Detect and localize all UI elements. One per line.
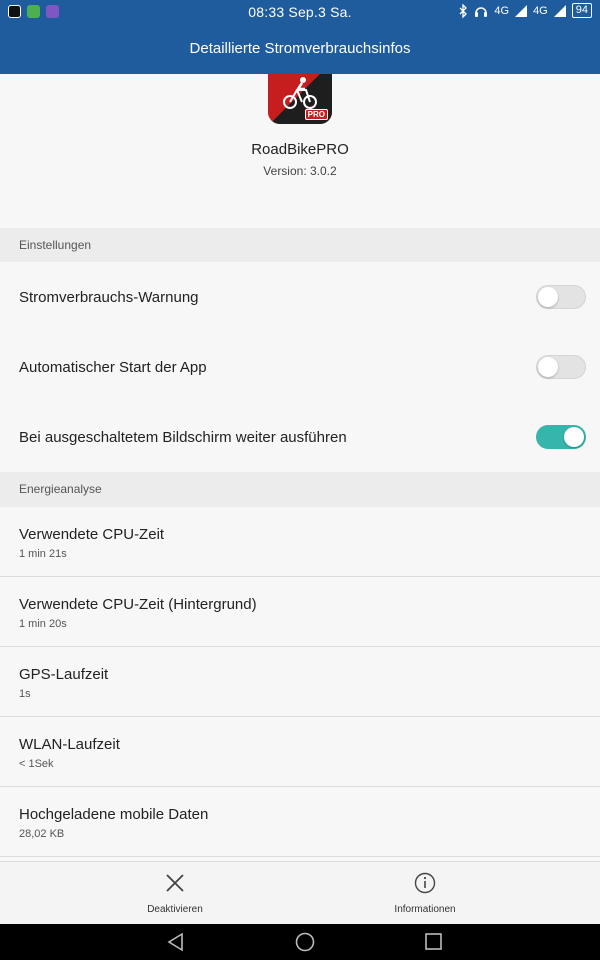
energy-item-title: Hochgeladene mobile Daten — [19, 806, 209, 823]
app-name: RoadBikePRO — [251, 141, 349, 158]
app-version: Version: 3.0.2 — [263, 164, 337, 178]
energy-item-title: Verwendete CPU-Zeit (Hintergrund) — [19, 596, 257, 613]
energy-row-cpu-time-background: Verwendete CPU-Zeit (Hintergrund) 1 min … — [0, 577, 600, 647]
battery-indicator: 94 — [571, 3, 592, 18]
app-logo-icon: PRO — [268, 74, 332, 124]
energy-item-value: 1 min 20s — [19, 618, 67, 630]
setting-label: Bei ausgeschaltetem Bildschirm weiter au… — [19, 429, 347, 446]
energy-row-wlan: WLAN-Laufzeit < 1Sek — [0, 717, 600, 787]
status-bar: 08:33 Sep.3 Sa. 4G 4G 94 — [0, 0, 600, 24]
setting-label: Stromverbrauchs-Warnung — [19, 289, 199, 306]
energy-item-value: < 1Sek — [19, 758, 54, 770]
energy-item-value: 28,02 KB — [19, 828, 65, 840]
screen-off-run-toggle[interactable] — [536, 425, 586, 449]
energy-row-mobile-data: Hochgeladene mobile Daten 28,02 KB — [0, 787, 600, 857]
energy-item-value: 1s — [19, 688, 31, 700]
setting-label: Automatischer Start der App — [19, 359, 207, 376]
pro-badge: PRO — [304, 109, 328, 120]
information-button[interactable]: Informationen — [275, 862, 575, 925]
section-header-energy: Energieanalyse — [0, 472, 600, 507]
home-icon[interactable] — [294, 932, 316, 954]
signal-icon-2 — [553, 4, 566, 17]
setting-row-auto-start[interactable]: Automatischer Start der App — [0, 332, 600, 402]
energy-row-cpu-time: Verwendete CPU-Zeit 1 min 21s — [0, 507, 600, 577]
energy-item-title: GPS-Laufzeit — [19, 666, 109, 683]
info-icon — [414, 872, 436, 894]
energy-item-value: 1 min 21s — [19, 548, 67, 560]
page-title: Detaillierte Stromverbrauchsinfos — [189, 40, 411, 57]
energy-row-gps: GPS-Laufzeit 1s — [0, 647, 600, 717]
cyclist-icon — [283, 77, 317, 109]
network-label-1: 4G — [494, 4, 510, 17]
energy-item-title: Verwendete CPU-Zeit — [19, 526, 165, 543]
bottom-action-bar: Deaktivieren Informationen — [0, 861, 600, 924]
app-header: PRO RoadBikePRO Version: 3.0.2 — [0, 74, 600, 228]
power-warning-toggle[interactable] — [536, 285, 586, 309]
auto-start-toggle[interactable] — [536, 355, 586, 379]
setting-row-screen-off-run[interactable]: Bei ausgeschaltetem Bildschirm weiter au… — [0, 402, 600, 472]
recents-icon[interactable] — [424, 932, 444, 952]
signal-icon — [515, 4, 528, 17]
close-icon — [166, 874, 184, 892]
setting-row-power-warning[interactable]: Stromverbrauchs-Warnung — [0, 262, 600, 332]
app-bar: Detaillierte Stromverbrauchsinfos — [0, 24, 600, 74]
headset-icon — [475, 6, 488, 17]
network-label-2: 4G — [533, 4, 548, 17]
status-right-icons: 4G 4G 94 — [458, 3, 592, 18]
system-nav-bar — [0, 924, 600, 960]
energy-item-title: WLAN-Laufzeit — [19, 736, 120, 753]
information-label: Informationen — [394, 904, 456, 915]
bluetooth-icon — [459, 3, 468, 18]
section-header-settings: Einstellungen — [0, 228, 600, 262]
back-icon[interactable] — [166, 932, 186, 952]
